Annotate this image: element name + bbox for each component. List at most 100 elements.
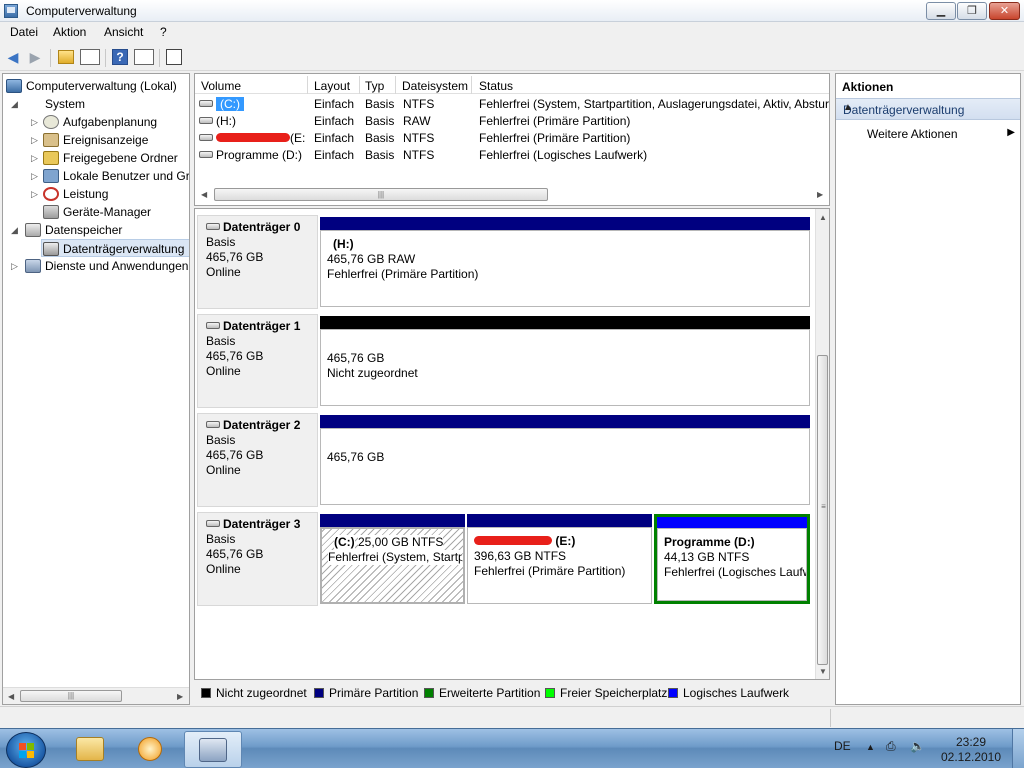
tree-item-dienste[interactable]: ▷ Dienste und Anwendungen: [11, 257, 188, 275]
expand-triangle-icon[interactable]: ▷: [31, 113, 38, 131]
partition-label: Programme (D:): [664, 535, 755, 549]
partition-block-e[interactable]: (E:) 396,63 GB NTFS Fehlerfrei (Primäre …: [467, 514, 652, 604]
partition-size: 465,76 GB RAW: [327, 252, 416, 266]
table-row[interactable]: Programme (D:) Einfach Basis NTFS Fehler…: [195, 147, 829, 164]
expand-triangle-icon[interactable]: ▷: [31, 131, 38, 149]
extended-partition-block[interactable]: Programme (D:) 44,13 GB NTFS Fehlerfrei …: [654, 514, 810, 604]
column-header-dateisystem[interactable]: Dateisystem: [402, 79, 468, 93]
show-tree-icon[interactable]: [80, 49, 100, 65]
partition-block[interactable]: 465,76 GB Nicht zugeordnet: [320, 316, 810, 406]
scroll-up-arrow-icon[interactable]: ▲: [819, 213, 827, 222]
minimize-button[interactable]: ▁: [926, 2, 956, 20]
computer-management-icon: [199, 738, 227, 762]
volume-status: Fehlerfrei (Primäre Partition): [479, 131, 631, 145]
tree-item-ereignisanzeige[interactable]: ▷ Ereignisanzeige: [31, 131, 148, 149]
tree-item-freigegebene-ordner[interactable]: ▷ Freigegebene Ordner: [31, 149, 178, 167]
tree-item-leistung[interactable]: ▷ Leistung: [31, 185, 108, 203]
scroll-thumb[interactable]: |||: [214, 188, 548, 201]
column-separator[interactable]: [471, 76, 472, 94]
partition-block[interactable]: 465,76 GB: [320, 415, 810, 505]
event-viewer-icon: [43, 133, 59, 147]
volume-type: Basis: [365, 114, 395, 128]
submenu-arrow-icon[interactable]: ▶: [1007, 127, 1015, 138]
collapse-triangle-icon[interactable]: ◢: [11, 95, 18, 113]
close-button[interactable]: ✕: [989, 2, 1020, 20]
maximize-button[interactable]: ❐: [957, 2, 987, 20]
disk-label[interactable]: Datenträger 0 Basis 465,76 GB Online: [197, 215, 318, 309]
disk-label[interactable]: Datenträger 1 Basis 465,76 GB Online: [197, 314, 318, 408]
volume-type: Basis: [365, 131, 395, 145]
show-desktop-button[interactable]: [1012, 729, 1024, 768]
start-button[interactable]: [6, 732, 46, 768]
disk-state: Online: [206, 562, 241, 576]
menu-aktion[interactable]: Aktion: [53, 25, 86, 39]
taskbar-media-player[interactable]: [122, 731, 176, 768]
action-pane-icon[interactable]: [134, 49, 154, 65]
scroll-thumb[interactable]: ≡: [817, 355, 828, 665]
collapse-triangle-icon[interactable]: ◢: [11, 221, 18, 239]
tree-item-datenspeicher[interactable]: ◢ Datenspeicher: [11, 221, 122, 239]
disk-state: Online: [206, 364, 241, 378]
tree-item-lokale-benutzer[interactable]: ▷ Lokale Benutzer und Gruppen: [31, 167, 189, 185]
scroll-left-arrow-icon[interactable]: ◀: [8, 692, 14, 701]
column-header-layout[interactable]: Layout: [314, 79, 350, 93]
tree-item-datentraegerverwaltung[interactable]: Datenträgerverwaltung: [41, 239, 189, 257]
disk-vertical-scrollbar[interactable]: ▲ ≡ ▼: [815, 209, 829, 679]
partition-block-c[interactable]: (C:) 25,00 GB NTFS Fehlerfrei (System, S…: [320, 514, 465, 604]
scroll-right-arrow-icon[interactable]: ▶: [817, 190, 823, 199]
disk-row: Datenträger 2 Basis 465,76 GB Online 465…: [195, 411, 815, 509]
taskbar-explorer[interactable]: [62, 731, 116, 768]
table-row[interactable]: (E:) Einfach Basis NTFS Fehlerfrei (Prim…: [195, 130, 829, 147]
scroll-right-arrow-icon[interactable]: ▶: [177, 692, 183, 701]
disk-label[interactable]: Datenträger 2 Basis 465,76 GB Online: [197, 413, 318, 507]
table-row[interactable]: (C:) Einfach Basis NTFS Fehlerfrei (Syst…: [195, 96, 829, 113]
legend-swatch: [314, 688, 324, 698]
table-row[interactable]: (H:) Einfach Basis RAW Fehlerfrei (Primä…: [195, 113, 829, 130]
tree-item-geraete-manager[interactable]: Geräte-Manager: [43, 203, 151, 221]
disk-label[interactable]: Datenträger 3 Basis 465,76 GB Online: [197, 512, 318, 606]
scroll-thumb[interactable]: |||: [20, 690, 122, 702]
clock[interactable]: 23:29 02.12.2010: [940, 735, 1002, 765]
input-language[interactable]: DE: [834, 739, 851, 753]
column-separator[interactable]: [395, 76, 396, 94]
legend-item: Erweiterte Partition: [424, 686, 540, 700]
show-hidden-icons-icon[interactable]: ▲: [866, 742, 875, 752]
volume-horizontal-scrollbar[interactable]: ◀ ||| ▶: [197, 186, 827, 203]
help-icon[interactable]: ?: [112, 49, 128, 65]
column-header-status[interactable]: Status: [479, 79, 513, 93]
more-actions-link[interactable]: Weitere Aktionen: [867, 127, 958, 141]
expand-triangle-icon[interactable]: ▷: [31, 185, 38, 203]
column-header-volume[interactable]: Volume: [201, 79, 241, 93]
scroll-down-arrow-icon[interactable]: ▼: [819, 667, 827, 676]
tree-item-computer-management[interactable]: Computerverwaltung (Lokal): [6, 77, 177, 95]
computer-management-icon: [6, 79, 22, 93]
menu-help[interactable]: ?: [160, 25, 167, 39]
disk-state: Online: [206, 265, 241, 279]
title-bar[interactable]: Computerverwaltung ▁ ❐ ✕: [0, 0, 1024, 22]
column-separator[interactable]: [307, 76, 308, 94]
tree-item-system[interactable]: ◢ System: [11, 95, 85, 113]
partition-block[interactable]: (H:) 465,76 GB RAW Fehlerfrei (Primäre P…: [320, 217, 810, 307]
expand-triangle-icon[interactable]: ▷: [11, 257, 18, 275]
up-folder-icon[interactable]: [58, 50, 74, 64]
partition-status: Fehlerfrei (Primäre Partition): [327, 267, 479, 281]
tree-item-aufgabenplanung[interactable]: ▷ Aufgabenplanung: [31, 113, 157, 131]
tree-horizontal-scrollbar[interactable]: ◀ ||| ▶: [3, 687, 189, 704]
volume-icon[interactable]: 🔈: [910, 739, 925, 753]
column-header-typ[interactable]: Typ: [365, 79, 384, 93]
actions-section-header[interactable]: Datenträgerverwaltung ▲: [836, 98, 1020, 120]
menu-ansicht[interactable]: Ansicht: [104, 25, 143, 39]
forward-arrow-icon[interactable]: ▶: [26, 48, 44, 66]
network-icon[interactable]: ⎙: [886, 739, 896, 754]
scroll-left-arrow-icon[interactable]: ◀: [201, 190, 207, 199]
expand-triangle-icon[interactable]: ▷: [31, 149, 38, 167]
back-arrow-icon[interactable]: ◀: [4, 48, 22, 66]
expand-triangle-icon[interactable]: ▷: [31, 167, 38, 185]
menu-datei[interactable]: Datei: [10, 25, 38, 39]
disk-size: 465,76 GB: [206, 547, 264, 561]
collapse-up-icon[interactable]: ▲: [843, 102, 1014, 113]
properties-icon[interactable]: [166, 49, 182, 65]
taskbar-computer-management[interactable]: [184, 731, 242, 768]
clock-time: 23:29: [955, 735, 987, 749]
column-separator[interactable]: [359, 76, 360, 94]
